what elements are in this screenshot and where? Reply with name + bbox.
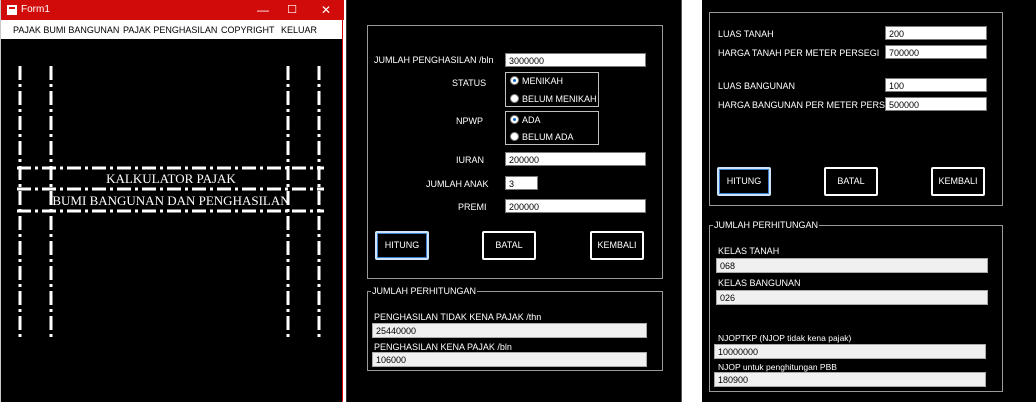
menu-bar: PAJAK BUMI BANGUNAN PAJAK PENGHASILAN CO… (1, 20, 342, 39)
harga-tanah-input[interactable]: 700000 (885, 45, 987, 59)
close-icon[interactable]: ✕ (313, 2, 339, 18)
radio-unselected-icon (510, 132, 519, 141)
njop-label: NJOP untuk penghitungan PBB (718, 362, 837, 372)
hitung-button[interactable]: HITUNG (375, 231, 429, 260)
harga-bangunan-label: HARGA BANGUNAN PER METER PERSEGI (718, 100, 901, 110)
kembali-button[interactable]: KEMBALI (590, 231, 644, 260)
pkp-output: 106000 (372, 352, 647, 367)
harga-bangunan-input[interactable]: 500000 (885, 97, 987, 111)
menu-copyright[interactable]: COPYRIGHT (221, 25, 275, 35)
window-title: Form1 (21, 4, 50, 15)
menu-pajak-bumi-bangunan[interactable]: PAJAK BUMI BANGUNAN (13, 25, 119, 35)
kelas-bangunan-output: 026 (716, 290, 988, 305)
penghasilan-label: JUMLAH PENGHASILAN /bln (374, 55, 494, 65)
npwp-option-ada: ADA (522, 115, 541, 125)
njop-output: 180900 (714, 372, 986, 387)
status-option-menikah: MENIKAH (522, 76, 564, 86)
ptkp-label: PENGHASILAN TIDAK KENA PAJAK /thn (374, 312, 542, 322)
batal-button[interactable]: BATAL (824, 167, 878, 196)
npwp-ada-radio[interactable]: ADA (510, 115, 541, 125)
kembali-button[interactable]: KEMBALI (931, 167, 985, 196)
menu-pajak-penghasilan[interactable]: PAJAK PENGHASILAN (123, 25, 217, 35)
pajak-penghasilan-form: JUMLAH PENGHASILAN /bln 3000000 STATUS M… (346, 0, 682, 402)
jumlah-anak-input[interactable]: 3 (505, 176, 538, 190)
radio-unselected-icon (510, 94, 519, 103)
form1-window: Form1 — ☐ ✕ PAJAK BUMI BANGUNAN PAJAK PE… (0, 0, 344, 402)
banner-subtitle: BUMI BANGUNAN DAN PENGHASILAN (52, 193, 290, 208)
minimize-icon[interactable]: — (250, 2, 276, 18)
pkp-label: PENGHASILAN KENA PAJAK /bln (374, 342, 512, 352)
kelas-tanah-label: KELAS TANAH (718, 246, 780, 256)
iuran-input[interactable]: 200000 (505, 152, 646, 166)
luas-tanah-input[interactable]: 200 (885, 26, 987, 40)
status-menikah-radio[interactable]: MENIKAH (510, 76, 563, 86)
njoptkp-output: 10000000 (714, 344, 986, 359)
npwp-option-belum-ada: BELUM ADA (522, 132, 574, 142)
decorative-frame (17, 66, 324, 339)
result-group-title: JUMLAH PERHITUNGAN (371, 286, 478, 296)
status-belum-menikah-radio[interactable]: BELUM MENIKAH (510, 94, 597, 104)
luas-tanah-label: LUAS TANAH (718, 29, 774, 39)
luas-bangunan-label: LUAS BANGUNAN (718, 81, 796, 91)
njoptkp-label: NJOPTKP (NJOP tidak kena pajak) (718, 333, 852, 343)
penghasilan-input[interactable]: 3000000 (505, 53, 646, 67)
status-radio-group: MENIKAH BELUM MENIKAH (505, 72, 599, 107)
radio-selected-icon (510, 76, 519, 85)
luas-bangunan-input[interactable]: 100 (885, 78, 987, 92)
batal-button[interactable]: BATAL (482, 231, 536, 260)
harga-tanah-label: HARGA TANAH PER METER PERSEGI (718, 48, 880, 58)
npwp-belum-ada-radio[interactable]: BELUM ADA (510, 132, 574, 142)
app-icon (7, 5, 17, 15)
ptkp-output: 25440000 (372, 323, 647, 338)
status-option-belum-menikah: BELUM MENIKAH (522, 94, 597, 104)
jumlah-anak-label: JUMLAH ANAK (426, 179, 489, 189)
hitung-button[interactable]: HITUNG (717, 167, 771, 196)
result-group-title: JUMLAH PERHITUNGAN (713, 220, 820, 230)
kelas-tanah-output: 068 (716, 258, 988, 273)
banner-title: KALKULATOR PAJAK (106, 171, 236, 186)
maximize-icon[interactable]: ☐ (279, 2, 305, 18)
radio-selected-icon (510, 115, 519, 124)
status-label: STATUS (452, 78, 487, 88)
npwp-radio-group: ADA BELUM ADA (505, 111, 599, 145)
pajak-bumi-bangunan-form: LUAS TANAH 200 HARGA TANAH PER METER PER… (702, 0, 1036, 402)
title-bar[interactable]: Form1 — ☐ ✕ (1, 0, 344, 20)
iuran-label: IURAN (456, 155, 485, 165)
npwp-label: NPWP (456, 116, 483, 126)
premi-label: PREMI (458, 202, 487, 212)
menu-keluar[interactable]: KELUAR (281, 25, 317, 35)
premi-input[interactable]: 200000 (505, 199, 646, 213)
splash-area (1, 39, 342, 402)
kelas-bangunan-label: KELAS BANGUNAN (718, 278, 801, 288)
